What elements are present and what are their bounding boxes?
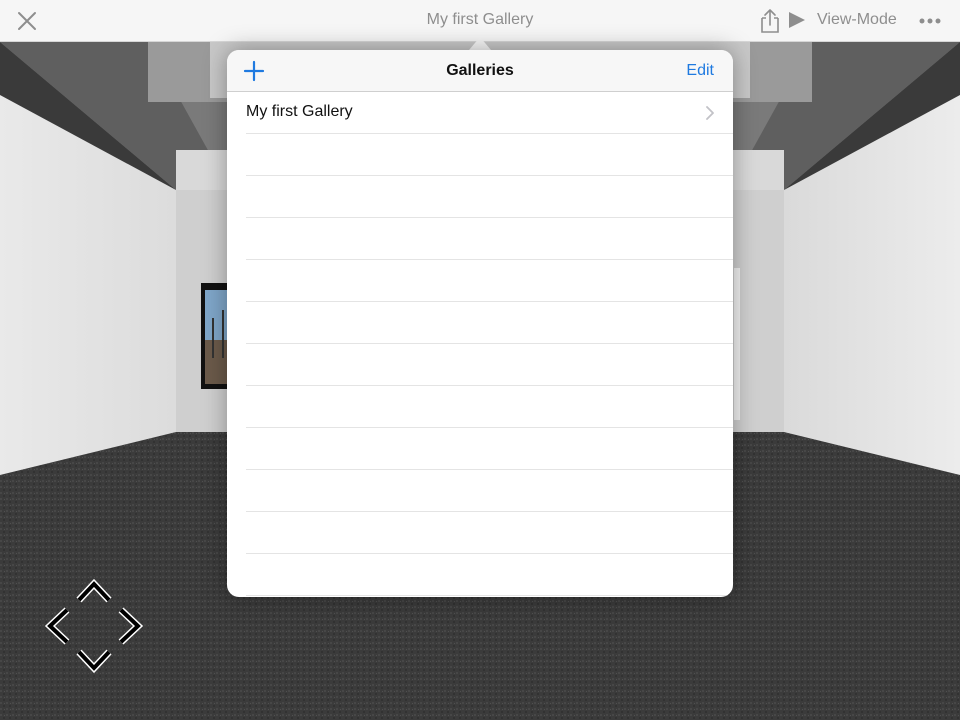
edit-button[interactable]: Edit — [686, 62, 714, 80]
empty-row — [246, 176, 733, 218]
galleries-list: My first Gallery — [227, 92, 733, 596]
more-icon[interactable] — [918, 11, 942, 31]
empty-row — [246, 302, 733, 344]
empty-row — [246, 428, 733, 470]
empty-row — [246, 512, 733, 554]
plus-icon[interactable] — [242, 59, 266, 83]
galleries-popover: Galleries Edit My first Gallery — [227, 50, 733, 597]
page-title: My first Gallery — [426, 11, 534, 28]
arrow-down-icon[interactable] — [76, 648, 112, 676]
empty-row — [246, 554, 733, 596]
popover-title: Galleries — [446, 62, 514, 79]
list-item[interactable]: My first Gallery — [246, 92, 733, 134]
popover-header: Galleries Edit — [227, 50, 733, 92]
share-icon[interactable] — [758, 7, 782, 35]
empty-row — [246, 386, 733, 428]
arrow-right-icon[interactable] — [116, 607, 146, 645]
play-icon[interactable] — [787, 10, 807, 30]
empty-row — [246, 470, 733, 512]
arrow-up-icon[interactable] — [76, 576, 112, 604]
view-mode-button[interactable]: View-Mode — [817, 11, 897, 29]
empty-row — [246, 344, 733, 386]
list-item-label: My first Gallery — [246, 103, 353, 120]
chevron-right-icon — [706, 106, 714, 120]
popover-arrow — [469, 37, 491, 50]
empty-row — [246, 134, 733, 176]
top-toolbar: My first Gallery View-Mode — [0, 0, 960, 42]
close-icon[interactable] — [14, 8, 40, 34]
empty-row — [246, 260, 733, 302]
empty-row — [246, 218, 733, 260]
arrow-left-icon[interactable] — [42, 607, 72, 645]
